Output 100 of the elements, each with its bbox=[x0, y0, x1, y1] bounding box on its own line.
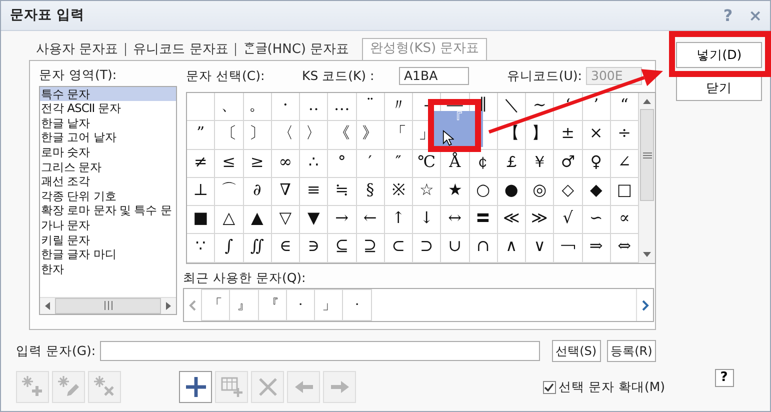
tab[interactable]: 유니코드 문자표 bbox=[126, 40, 236, 60]
character-cell[interactable]: ∼ bbox=[526, 93, 554, 122]
character-cell[interactable]: ⊃ bbox=[413, 234, 442, 263]
character-cell[interactable]: ⊥ bbox=[187, 178, 216, 206]
character-cell[interactable]: ∵ bbox=[187, 234, 216, 263]
list-item[interactable]: 키릴 문자 bbox=[40, 232, 176, 248]
character-cell[interactable]: ⊂ bbox=[384, 234, 413, 263]
character-cell[interactable]: ▼ bbox=[300, 206, 328, 234]
help-button[interactable]: ? bbox=[714, 369, 734, 387]
list-item[interactable]: 괘선 조각 bbox=[40, 174, 176, 189]
character-cell[interactable]: Å bbox=[441, 150, 470, 178]
character-cell[interactable]: ↔ bbox=[441, 206, 470, 234]
recent-character[interactable]: 『 bbox=[258, 289, 287, 322]
character-cell[interactable]: ● bbox=[498, 178, 526, 206]
character-cell[interactable]: ⊆ bbox=[328, 234, 356, 263]
character-cell[interactable]: ∩ bbox=[470, 234, 498, 263]
character-cell[interactable]: ≡ bbox=[300, 178, 328, 206]
character-cell[interactable]: △ bbox=[215, 206, 244, 234]
character-cell[interactable]: ￢ bbox=[554, 234, 582, 263]
character-cell[interactable]: ← bbox=[356, 206, 385, 234]
character-cell[interactable]: 〔 bbox=[215, 121, 244, 150]
character-cell[interactable]: ■ bbox=[187, 206, 216, 234]
list-item[interactable]: 확장 로마 문자 및 특수 문 bbox=[40, 203, 176, 218]
dialog-button[interactable]: 넣기(D) bbox=[676, 42, 762, 68]
character-cell[interactable]: ∞ bbox=[272, 150, 300, 178]
character-cell[interactable]: ≠ bbox=[187, 150, 216, 178]
character-cell[interactable]: 「 bbox=[384, 121, 413, 150]
recent-character[interactable]: 」 bbox=[315, 289, 344, 322]
recent-characters-bar[interactable]: 「 』 『 · 」 · bbox=[183, 288, 654, 322]
character-cell[interactable]: ⌒ bbox=[215, 178, 244, 206]
list-item[interactable]: 가나 문자 bbox=[40, 218, 176, 233]
character-cell[interactable]: ↓ bbox=[413, 206, 442, 234]
recent-character[interactable]: 「 bbox=[202, 289, 230, 322]
character-cell[interactable]: ≒ bbox=[328, 178, 356, 206]
character-cell[interactable]: ￥ bbox=[526, 150, 554, 178]
character-cell[interactable]: ∂ bbox=[244, 178, 272, 206]
character-cell[interactable]: ∈ bbox=[272, 234, 300, 263]
scroll-right-icon[interactable] bbox=[166, 302, 171, 310]
character-cell[interactable]: ∫ bbox=[215, 234, 244, 263]
character-cell[interactable]: ≤ bbox=[215, 150, 244, 178]
character-cell[interactable]: ± bbox=[554, 121, 582, 150]
category-list[interactable]: 특수 문자 전각 ASCII 문자 한글 낱자 한글 고어 낱자 로마 숫자 그리스 문자 괘선 조각 각종 단위 기호 확장 로마 문자 및 특수 문 가나 문자 키릴 문자 한글 글자 마디 한자 bbox=[39, 86, 177, 315]
character-cell[interactable]: ∪ bbox=[441, 234, 470, 263]
list-item[interactable]: 한글 낱자 bbox=[40, 116, 176, 130]
character-cell[interactable]: ’ bbox=[582, 93, 611, 122]
character-cell[interactable]: 〓 bbox=[470, 206, 498, 234]
character-cell[interactable]: ∋ bbox=[300, 234, 328, 263]
list-item[interactable]: 한글 고어 낱자 bbox=[40, 130, 176, 145]
recent-character[interactable]: · bbox=[343, 289, 372, 322]
character-cell[interactable]: ◎ bbox=[526, 178, 554, 206]
character-cell[interactable]: 、 bbox=[215, 93, 244, 122]
dialog-button[interactable]: 등록(R) bbox=[606, 340, 656, 362]
list-item[interactable]: 각종 단위 기호 bbox=[40, 188, 176, 204]
chevron-right-icon[interactable] bbox=[642, 300, 648, 311]
character-cell[interactable]: ″ bbox=[384, 150, 413, 178]
character-cell[interactable]: 》 bbox=[356, 121, 385, 150]
character-cell[interactable]: ￠ bbox=[470, 150, 498, 178]
character-cell[interactable]: ∇ bbox=[272, 178, 300, 206]
character-cell[interactable]: ≫ bbox=[526, 206, 554, 234]
character-cell[interactable]: 〉 bbox=[300, 121, 328, 150]
character-cell[interactable]: 】 bbox=[526, 121, 554, 150]
character-cell[interactable]: ∧ bbox=[498, 234, 526, 263]
vertical-scrollbar[interactable] bbox=[639, 92, 656, 264]
character-cell[interactable]: ○ bbox=[470, 178, 498, 206]
scroll-up-icon[interactable] bbox=[643, 98, 651, 104]
character-cell[interactable]: ◇ bbox=[554, 178, 582, 206]
character-cell[interactable]: · bbox=[272, 93, 300, 122]
character-cell[interactable]: 【 bbox=[498, 121, 526, 150]
character-cell[interactable]: 〈 bbox=[272, 121, 300, 150]
character-cell[interactable]: ∽ bbox=[582, 206, 611, 234]
list-item[interactable]: 그리스 문자 bbox=[40, 160, 176, 174]
character-cell[interactable]: ▲ bbox=[244, 206, 272, 234]
character-cell[interactable]: ⊇ bbox=[356, 234, 385, 263]
ks-code-field[interactable]: A1BA bbox=[399, 66, 469, 84]
recent-character[interactable]: · bbox=[286, 289, 316, 322]
character-cell[interactable]: ” bbox=[187, 121, 216, 150]
character-cell[interactable]: ☆ bbox=[413, 178, 442, 206]
dialog-button[interactable]: 닫기 bbox=[676, 75, 762, 101]
character-cell[interactable]: ♀ bbox=[582, 150, 611, 178]
toolbar-button[interactable] bbox=[179, 371, 212, 403]
character-cell[interactable] bbox=[187, 93, 216, 122]
character-cell[interactable]: ◆ bbox=[582, 178, 611, 206]
character-cell[interactable]: 《 bbox=[328, 121, 356, 150]
character-cell[interactable]: ※ bbox=[384, 178, 413, 206]
chevron-left-icon[interactable] bbox=[189, 300, 196, 311]
character-cell[interactable]: 。 bbox=[244, 93, 272, 122]
character-cell[interactable]: ★ bbox=[441, 178, 470, 206]
character-cell[interactable]: ‘ bbox=[554, 93, 582, 122]
tab[interactable]: 사용자 문자표 bbox=[29, 40, 126, 60]
character-cell[interactable]: § bbox=[356, 178, 385, 206]
recent-character[interactable]: 』 bbox=[230, 289, 259, 322]
scroll-left-icon[interactable] bbox=[45, 302, 50, 310]
scroll-down-icon[interactable] bbox=[643, 252, 651, 258]
character-cell[interactable]: √ bbox=[554, 206, 582, 234]
character-cell[interactable]: ∨ bbox=[526, 234, 554, 263]
character-cell[interactable]: ▽ bbox=[272, 206, 300, 234]
character-cell[interactable]: ′ bbox=[356, 150, 385, 178]
character-cell[interactable]: ℃ bbox=[413, 150, 442, 178]
tab[interactable]: ᄒᆞᆫ글(HNC) 문자표 bbox=[236, 40, 356, 60]
list-item[interactable]: 한자 bbox=[40, 262, 176, 276]
